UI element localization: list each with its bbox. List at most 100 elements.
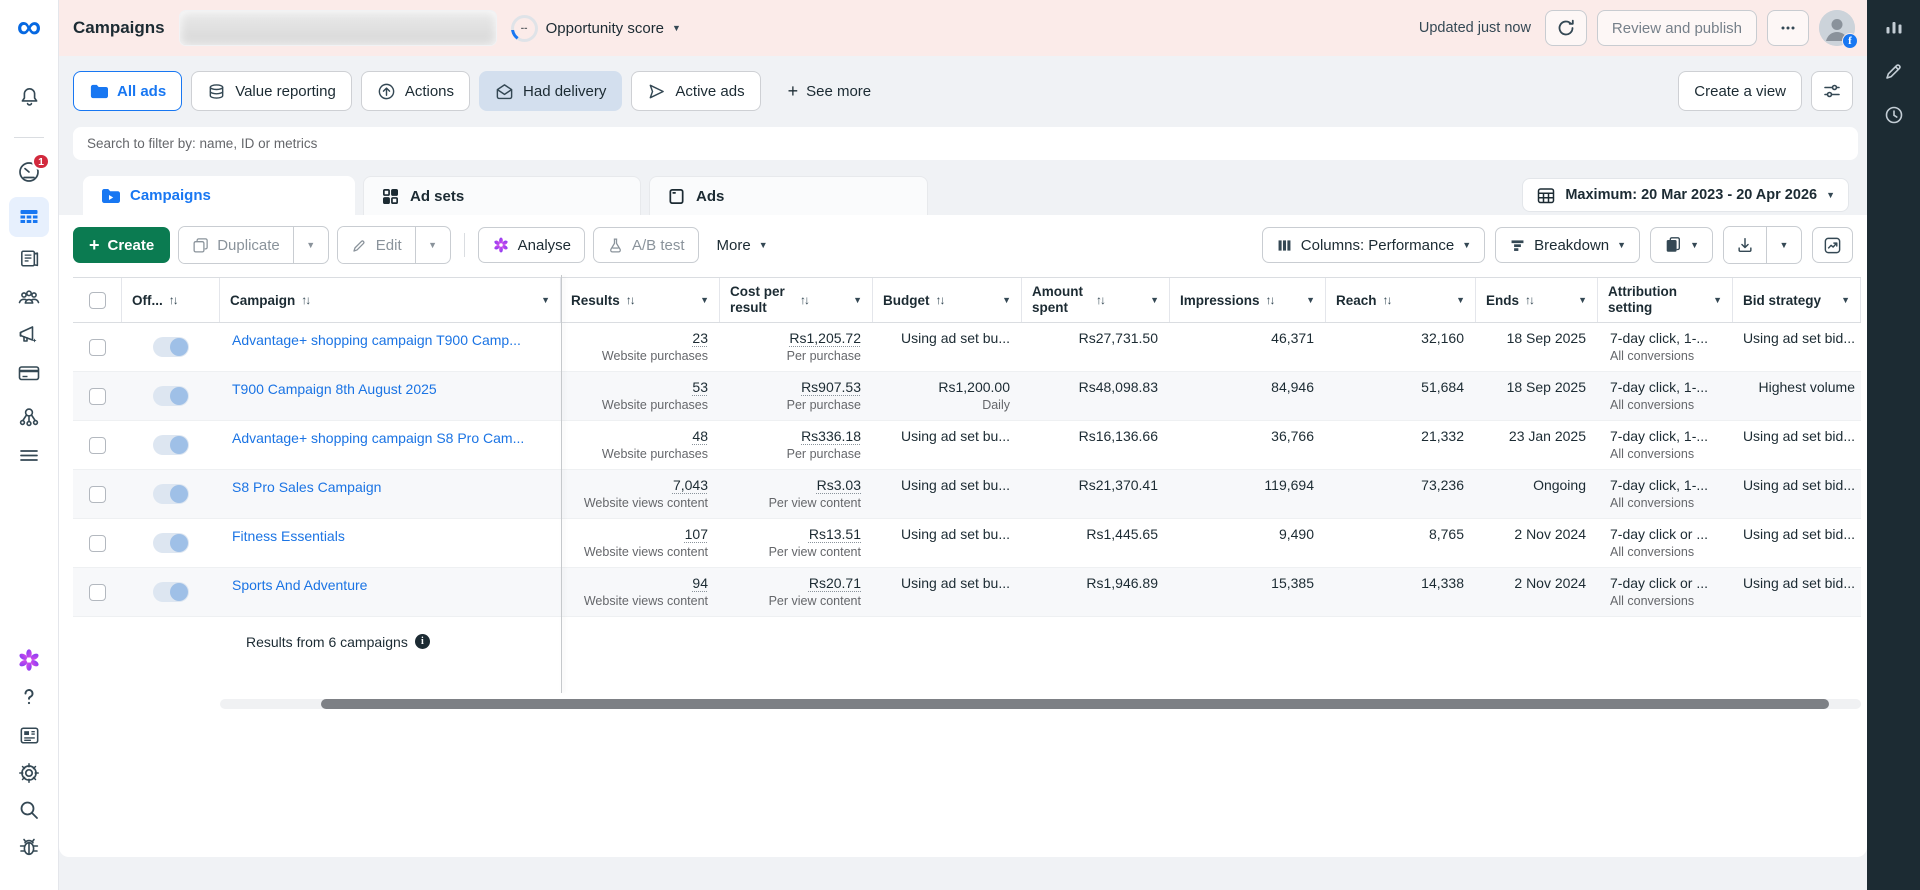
row-checkbox[interactable] [89,339,106,356]
filter-had-delivery[interactable]: Had delivery [479,71,622,111]
more-options-button[interactable] [1767,10,1809,46]
results-value[interactable]: 53 [692,379,708,395]
header-campaign[interactable]: Campaign ↑↓ ▼ [220,278,561,322]
row-checkbox[interactable] [89,437,106,454]
cost-per-result-value[interactable]: Rs13.51 [809,526,861,542]
row-checkbox[interactable] [89,535,106,552]
whats-new-news-icon[interactable] [16,722,42,748]
cost-per-result-value[interactable]: Rs20.71 [809,575,861,591]
header-impressions[interactable]: Impressions ↑↓ ▼ [1170,278,1326,322]
report-bug-icon[interactable] [16,834,42,860]
campaign-status-toggle[interactable] [153,484,189,504]
meta-logo-icon[interactable]: ∞ [10,10,48,44]
results-value[interactable]: 48 [692,428,708,444]
account-selector[interactable] [179,10,497,46]
export-button[interactable] [1724,227,1766,263]
all-tools-menu-icon[interactable] [16,442,42,468]
cost-per-result-value[interactable]: Rs907.53 [801,379,861,395]
cost-per-result-value[interactable]: Rs3.03 [817,477,861,493]
filter-chevron-icon[interactable]: ▼ [1837,295,1850,305]
filter-all-ads[interactable]: All ads [73,71,182,111]
history-clock-icon[interactable] [1881,102,1907,128]
results-value[interactable]: 94 [692,575,708,591]
header-bid-strategy[interactable]: Bid strategy ▼ [1733,278,1861,322]
tab-ad-sets[interactable]: Ad sets [363,176,641,215]
view-settings-button[interactable] [1811,71,1853,111]
campaign-status-toggle[interactable] [153,386,189,406]
columns-button[interactable]: Columns: Performance ▼ [1262,227,1485,263]
header-cost-per-result[interactable]: Cost per result ↑↓ ▼ [720,278,873,322]
tab-campaigns[interactable]: Campaigns [83,176,355,215]
opportunity-score-control[interactable]: -- Opportunity score ▼ [511,15,681,42]
campaign-status-toggle[interactable] [153,533,189,553]
campaign-name-link[interactable]: Fitness Essentials [232,526,549,544]
more-button[interactable]: More ▼ [707,227,778,263]
campaign-status-toggle[interactable] [153,582,189,602]
account-overview-gauge-icon[interactable]: 1 [16,159,42,185]
filter-chevron-icon[interactable]: ▼ [696,295,709,305]
header-attribution-setting[interactable]: Attribution setting ▼ [1598,278,1733,322]
campaign-name-link[interactable]: Advantage+ shopping campaign T900 Camp..… [232,330,549,348]
filter-chevron-icon[interactable]: ▼ [1452,295,1465,305]
select-all-checkbox[interactable] [89,292,106,309]
search-input[interactable] [73,127,1858,160]
campaign-name-link[interactable]: Sports And Adventure [232,575,549,593]
edit-pencil-icon[interactable] [1881,58,1907,84]
filter-chevron-icon[interactable]: ▼ [537,295,550,305]
duplicate-button[interactable]: Duplicate [179,227,293,263]
help-question-icon[interactable] [16,684,42,710]
header-amount-spent[interactable]: Amount spent ↑↓ ▼ [1022,278,1170,322]
billing-card-icon[interactable] [16,360,42,386]
sidebar-item-campaigns-selected[interactable] [9,197,49,237]
filter-value-reporting[interactable]: Value reporting [191,71,352,111]
results-value[interactable]: 7,043 [673,477,708,493]
campaign-name-link[interactable]: S8 Pro Sales Campaign [232,477,549,495]
horizontal-scrollbar-thumb[interactable] [321,699,1829,709]
breakdown-button[interactable]: Breakdown ▼ [1495,227,1640,263]
filter-chevron-icon[interactable]: ▼ [1146,295,1159,305]
filter-chevron-icon[interactable]: ▼ [1709,295,1722,305]
filter-chevron-icon[interactable]: ▼ [1302,295,1315,305]
create-button[interactable]: + Create [73,227,170,263]
analyse-button[interactable]: Analyse [478,227,585,263]
row-checkbox[interactable] [89,486,106,503]
filter-chevron-icon[interactable]: ▼ [1574,295,1587,305]
header-budget[interactable]: Budget ↑↓ ▼ [873,278,1022,322]
campaign-name-link[interactable]: T900 Campaign 8th August 2025 [232,379,549,397]
view-charts-button[interactable] [1812,227,1853,263]
ab-test-button[interactable]: A/B test [593,227,699,263]
cost-per-result-value[interactable]: Rs336.18 [801,428,861,444]
pages-icon[interactable] [16,245,42,271]
row-checkbox[interactable] [89,388,106,405]
tab-ads[interactable]: Ads [649,176,928,215]
see-more-filters[interactable]: + See more [778,81,882,102]
header-results[interactable]: Results ↑↓ ▼ [561,278,720,322]
filter-actions[interactable]: Actions [361,71,470,111]
info-icon[interactable]: i [415,634,430,649]
search-icon[interactable] [16,797,42,823]
review-and-publish-button[interactable]: Review and publish [1597,10,1757,46]
row-checkbox[interactable] [89,584,106,601]
export-dropdown-button[interactable]: ▼ [1767,227,1801,263]
filter-chevron-icon[interactable]: ▼ [849,295,862,305]
results-value[interactable]: 107 [685,526,708,542]
refresh-button[interactable] [1545,10,1587,46]
date-range-selector[interactable]: Maximum: 20 Mar 2023 - 20 Apr 2026 ▼ [1522,178,1849,212]
header-ends[interactable]: Ends ↑↓ ▼ [1476,278,1598,322]
results-value[interactable]: 23 [692,330,708,346]
reports-button[interactable]: ▼ [1650,227,1713,263]
ads-megaphone-icon[interactable] [16,322,42,348]
filter-chevron-icon[interactable]: ▼ [998,295,1011,305]
create-a-view-button[interactable]: Create a view [1678,71,1802,111]
notifications-bell-icon[interactable] [16,84,42,110]
settings-gear-icon[interactable] [16,760,42,786]
audiences-people-icon[interactable] [16,284,42,310]
assets-network-icon[interactable] [16,404,42,430]
cost-per-result-value[interactable]: Rs1,205.72 [789,330,861,346]
campaign-status-toggle[interactable] [153,435,189,455]
header-reach[interactable]: Reach ↑↓ ▼ [1326,278,1476,322]
filter-active-ads[interactable]: Active ads [631,71,760,111]
user-avatar[interactable]: f [1819,10,1855,46]
duplicate-dropdown-button[interactable]: ▼ [294,227,328,263]
meta-ai-flower-icon[interactable] [16,647,42,673]
